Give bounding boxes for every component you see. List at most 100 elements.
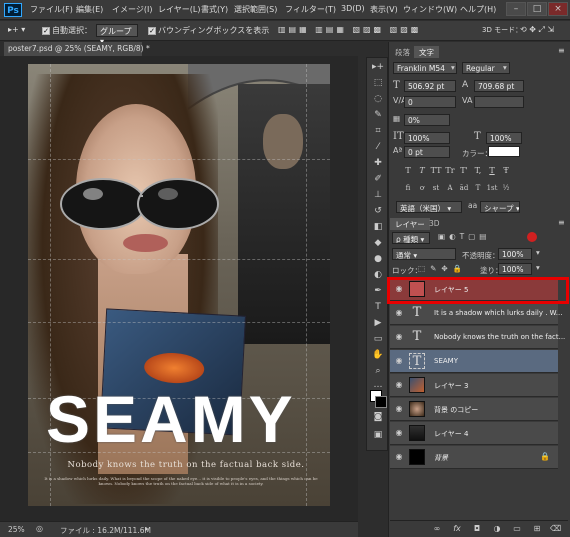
scale-field[interactable]: 0%	[404, 114, 450, 126]
superscript-button[interactable]: T'	[458, 166, 470, 177]
bounding-box-checkbox[interactable]: ✓ バウンディングボックスを表示	[148, 25, 269, 36]
bucket-tool-icon[interactable]: ◆	[370, 236, 386, 251]
filter-toggle-icon[interactable]	[527, 232, 537, 242]
horizontal-scale-field[interactable]: 100%	[486, 132, 522, 144]
visibility-eye-icon[interactable]: ◉	[394, 284, 404, 294]
ligature-button[interactable]: fi	[402, 184, 414, 195]
visibility-eye-icon[interactable]: ◉	[394, 428, 404, 438]
small-caps-button[interactable]: Tr	[444, 166, 456, 177]
visibility-eye-icon[interactable]: ◉	[394, 380, 404, 390]
shape-tool-icon[interactable]: ▭	[370, 332, 386, 347]
titling-button[interactable]: ād	[458, 184, 470, 195]
menu-help[interactable]: ヘルプ(H)	[460, 4, 496, 15]
trash-icon[interactable]: ⌫	[550, 524, 561, 534]
antialias-select[interactable]: シャープ ▾	[480, 201, 520, 213]
tracking-field[interactable]	[474, 96, 524, 108]
healing-tool-icon[interactable]: ✚	[370, 156, 386, 171]
opacity-field[interactable]: 100%	[498, 248, 532, 260]
all-caps-button[interactable]: TT	[430, 166, 442, 177]
lock-icons[interactable]: ⬚✎✥🔒	[418, 264, 467, 273]
faux-italic-button[interactable]: T	[416, 166, 428, 177]
layer-row[interactable]: ◉ T Nobody knows the truth on the fact..…	[390, 326, 565, 349]
ordinal-button[interactable]: T	[472, 184, 484, 195]
pen-tool-icon[interactable]: ✒	[370, 284, 386, 299]
hand-tool-icon[interactable]: ✋	[370, 348, 386, 363]
menu-3d[interactable]: 3D(D)	[341, 4, 365, 13]
tab-paragraph[interactable]: 段落	[390, 46, 415, 58]
swash-button[interactable]: A	[444, 184, 456, 195]
eraser-tool-icon[interactable]: ◧	[370, 220, 386, 235]
underline-button[interactable]: T	[486, 166, 498, 177]
marquee-tool-icon[interactable]: ⬚	[370, 76, 386, 91]
lasso-tool-icon[interactable]: ◌	[370, 92, 386, 107]
language-select[interactable]: 英語（米国） ▾	[396, 201, 462, 213]
layer-row[interactable]: ◉ レイヤー 4	[390, 422, 558, 445]
adjustment-layer-icon[interactable]: ◑	[492, 524, 502, 534]
close-icon[interactable]: ×	[548, 2, 568, 16]
layer-row[interactable]: ◉ レイヤー 5	[390, 278, 558, 301]
visibility-eye-icon[interactable]: ◉	[394, 404, 404, 414]
blend-mode-select[interactable]: 通常 ▾	[392, 248, 456, 260]
blur-tool-icon[interactable]: ●	[370, 252, 386, 267]
font-size-field[interactable]: 506.92 pt	[404, 80, 456, 92]
path-select-tool-icon[interactable]: ▶	[370, 316, 386, 331]
background-color-swatch[interactable]	[375, 396, 387, 408]
tab-3d[interactable]: 3D	[424, 218, 445, 230]
tab-character[interactable]: 文字	[414, 46, 439, 58]
move-tool-icon[interactable]: ▸+ ▾	[8, 25, 25, 34]
menu-filter[interactable]: フィルター(T)	[285, 4, 336, 15]
fill-field[interactable]: 100%	[498, 263, 532, 275]
strikethrough-button[interactable]: Ŧ	[500, 166, 512, 177]
vertical-scale-field[interactable]: 100%	[404, 132, 450, 144]
new-group-icon[interactable]: ▭	[512, 524, 522, 534]
link-layers-icon[interactable]: ∞	[432, 524, 442, 534]
quick-mask-icon[interactable]: ◙	[370, 410, 386, 425]
type-tool-icon[interactable]: T	[370, 300, 386, 315]
baseline-field[interactable]: 0 pt	[404, 146, 450, 158]
menu-view[interactable]: 表示(V)	[370, 4, 398, 15]
layer-row[interactable]: ◉ 背景 のコピー	[390, 398, 558, 421]
new-layer-icon[interactable]: ⊞	[532, 524, 542, 534]
visibility-eye-icon[interactable]: ◉	[394, 452, 404, 462]
menu-file[interactable]: ファイル(F)	[30, 4, 73, 15]
menu-type[interactable]: 書式(Y)	[201, 4, 228, 15]
menu-layer[interactable]: レイヤー(L)	[158, 4, 200, 15]
poster-title[interactable]: SEAMY	[46, 386, 326, 452]
layer-row[interactable]: ◉ T SEAMY	[390, 350, 558, 373]
layer-filter-icons[interactable]: ▣◐T▢▤	[438, 232, 490, 241]
poster-canvas[interactable]: SEAMY Nobody knows the truth on the fact…	[28, 64, 330, 506]
chevron-down-icon[interactable]: ▾	[536, 248, 540, 257]
layer-row[interactable]: ◉ 背景 🔒	[390, 446, 558, 469]
menu-edit[interactable]: 編集(E)	[76, 4, 103, 15]
quick-select-tool-icon[interactable]: ✎	[370, 108, 386, 123]
visibility-eye-icon[interactable]: ◉	[394, 332, 404, 342]
crop-tool-icon[interactable]: ⌗	[370, 124, 386, 139]
layer-kind-filter[interactable]: ρ 種類 ▾	[392, 232, 430, 244]
dodge-tool-icon[interactable]: ◐	[370, 268, 386, 283]
text-color-swatch[interactable]	[488, 146, 520, 157]
faux-bold-button[interactable]: T	[402, 166, 414, 177]
layer-row[interactable]: ◉ T It is a shadow which lurks daily . W…	[390, 302, 562, 325]
minimize-icon[interactable]: –	[506, 2, 526, 16]
3d-mode-icons[interactable]: ⟲ ✥ ⤢ ⇲	[520, 25, 554, 35]
auto-select-dropdown[interactable]: グループ ▾	[96, 24, 138, 46]
fractions-button[interactable]: 1st	[486, 184, 498, 195]
layer-row[interactable]: ◉ レイヤー 3	[390, 374, 558, 397]
poster-subtitle[interactable]: Nobody knows the truth on the factual ba…	[46, 460, 326, 470]
poster-paragraph[interactable]: It is a shadow which lurks daily. What i…	[40, 476, 322, 486]
brush-tool-icon[interactable]: ✐	[370, 172, 386, 187]
align-icons[interactable]: ▥▤▦ ▥▤▦ ▧▨▩ ▧▨▩	[278, 25, 421, 34]
auto-select-checkbox[interactable]: ✓ 自動選択：	[42, 25, 92, 36]
chevron-down-icon[interactable]: ▾	[536, 263, 540, 272]
subscript-button[interactable]: T,	[472, 166, 484, 177]
stylistic-alt-button[interactable]: st	[430, 184, 442, 195]
menu-select[interactable]: 選択範囲(S)	[234, 4, 277, 15]
menu-window[interactable]: ウィンドウ(W)	[403, 4, 457, 15]
visibility-eye-icon[interactable]: ◉	[394, 308, 404, 318]
kerning-field[interactable]: 0	[404, 96, 456, 108]
stamp-tool-icon[interactable]: ⊥	[370, 188, 386, 203]
move-tool-icon[interactable]: ▸+	[370, 60, 386, 75]
leading-field[interactable]: 709.68 pt	[474, 80, 524, 92]
status-arrow-icon[interactable]: ▸	[145, 524, 149, 533]
discretionary-ligature-button[interactable]: ơ	[416, 184, 428, 195]
